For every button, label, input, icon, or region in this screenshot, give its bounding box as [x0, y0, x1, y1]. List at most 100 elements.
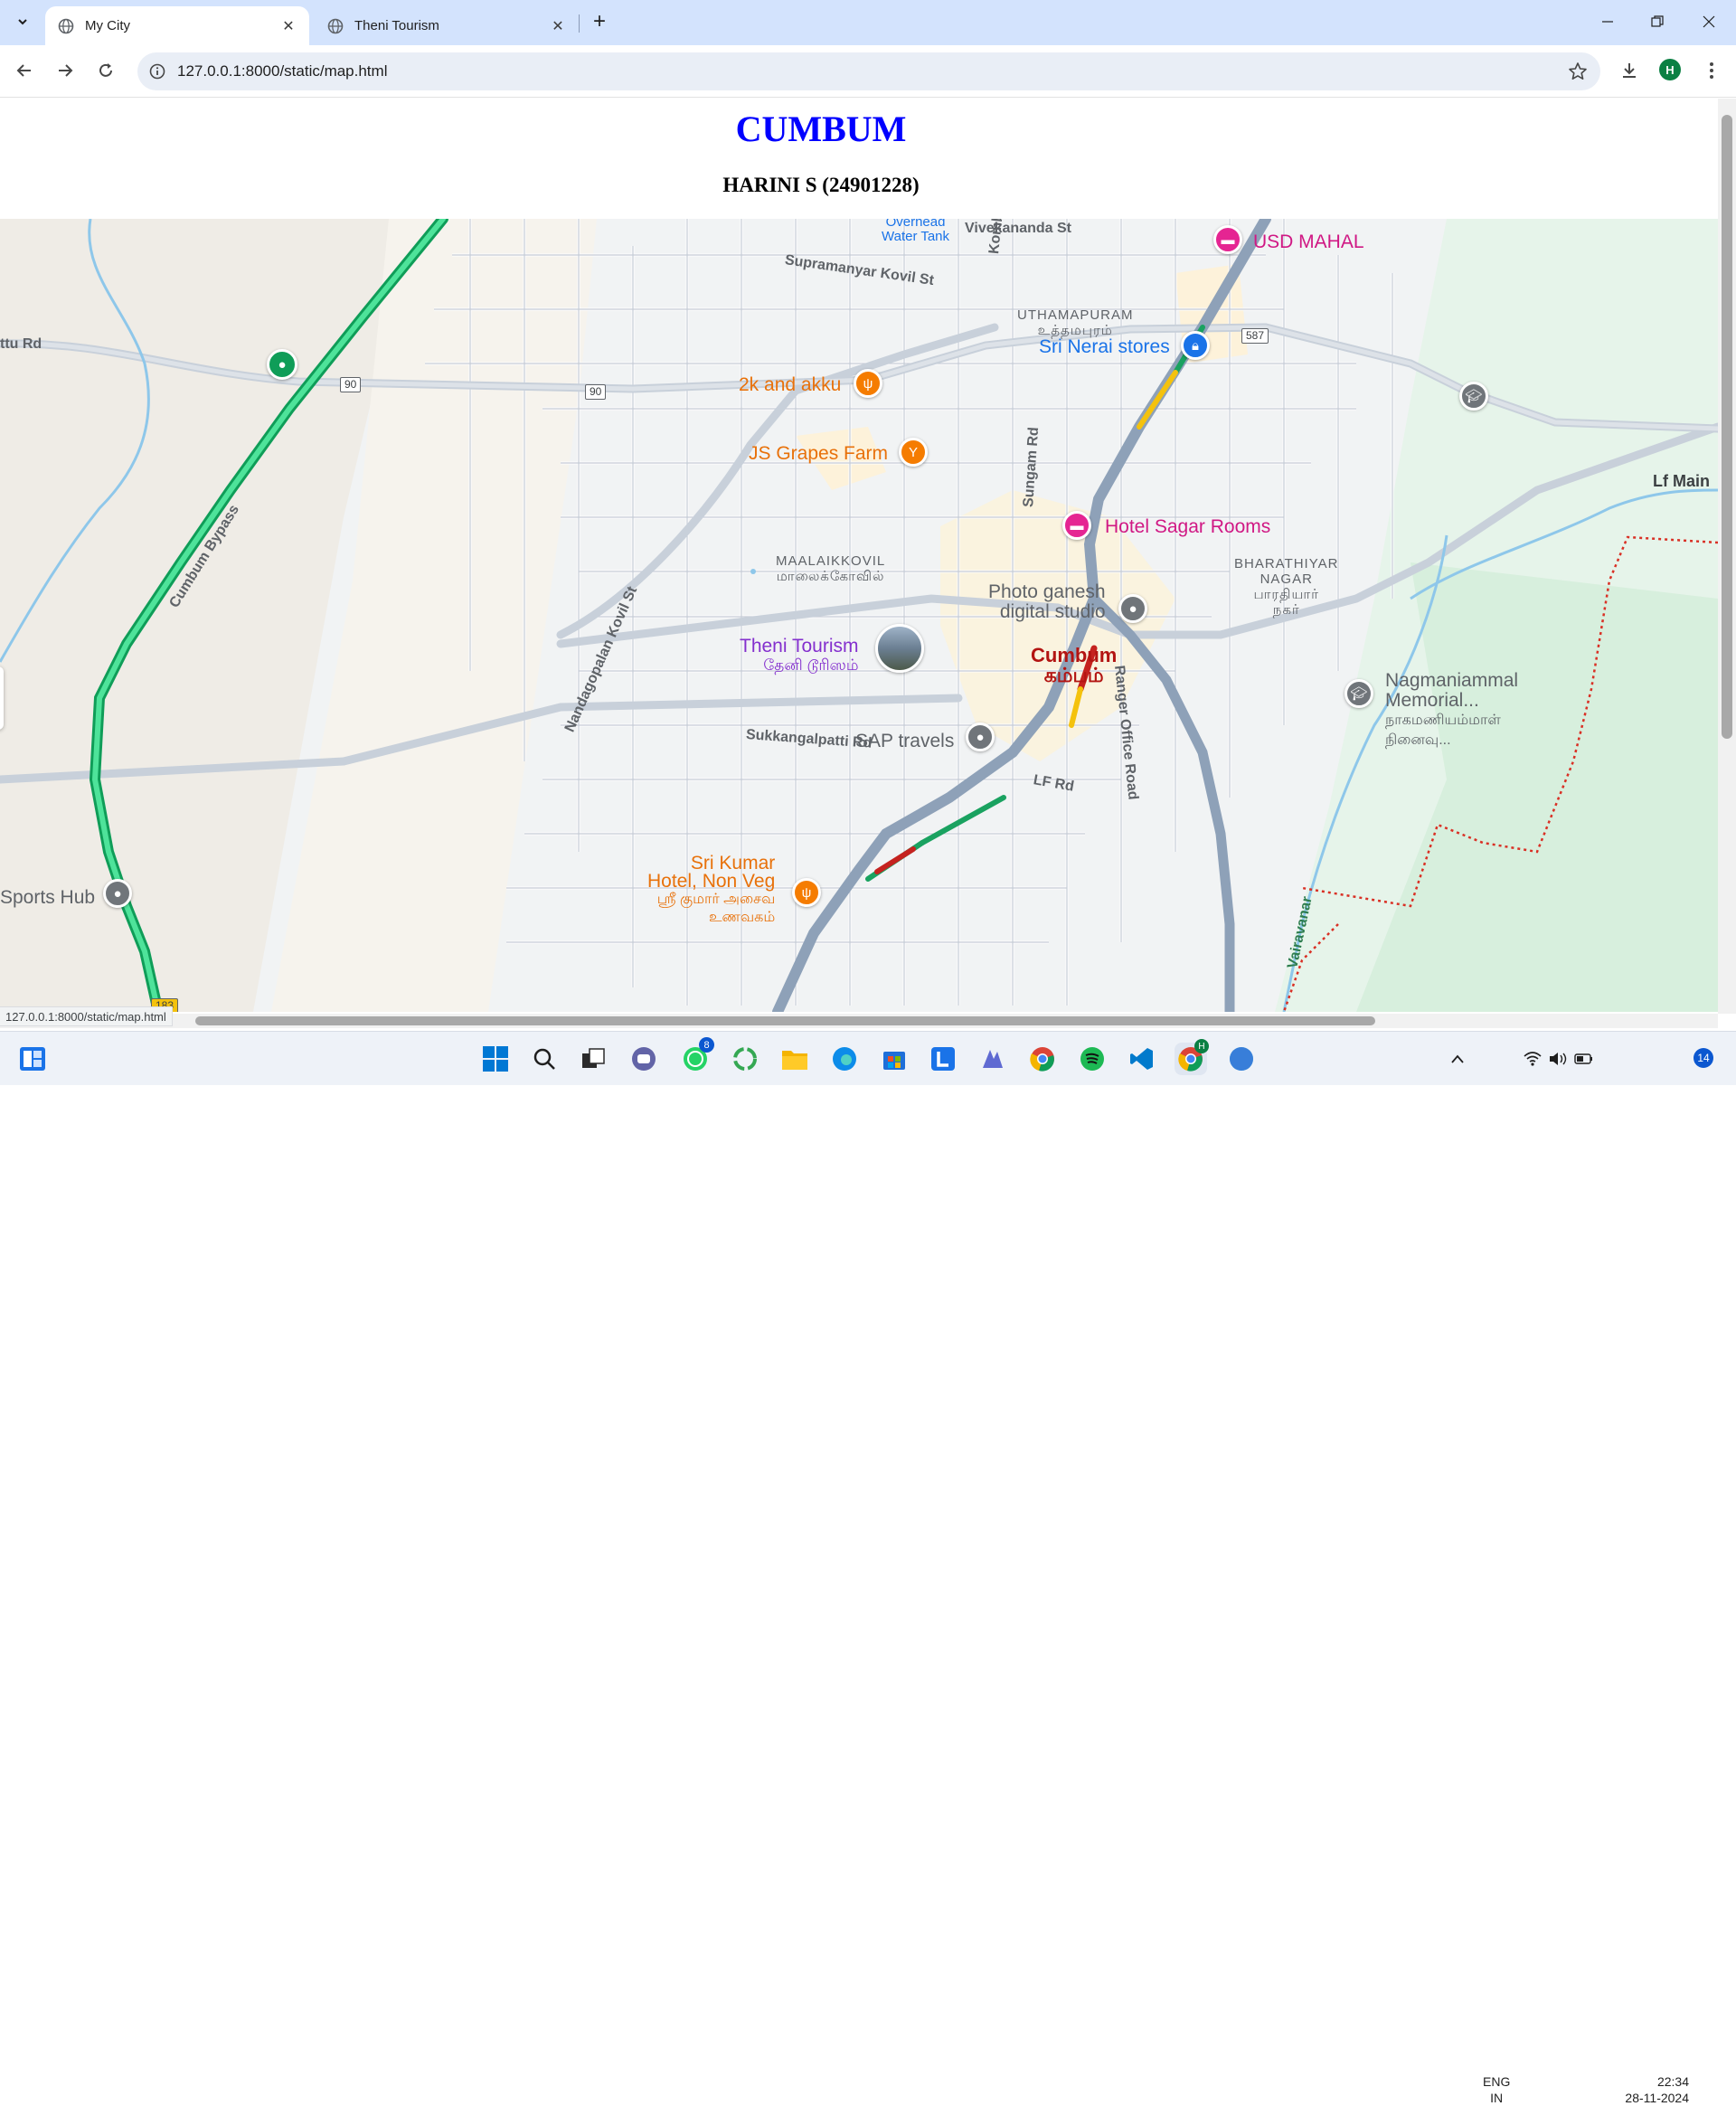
poi-label: Sri Kumar [690, 853, 776, 874]
poi-label-photo-ganesh[interactable]: Photo ganesh digital studio [988, 582, 1106, 622]
file-explorer-icon[interactable] [778, 1043, 811, 1075]
area-name: BHARATHIYAR [1234, 556, 1339, 571]
windows-taskbar: 8 H ENG IN 22:34 28-11-2024 [0, 1031, 1736, 2105]
clock-date: 28-11-2024 [1625, 2091, 1689, 2105]
restaurant-icon[interactable]: ψ [854, 369, 882, 398]
profile-badge: H [1194, 1039, 1209, 1053]
map-view[interactable]: ttu Rd Vivekananda St Supramanyar Kovil … [0, 219, 1718, 1012]
scrollbar-thumb[interactable] [195, 1016, 1375, 1025]
profile-avatar[interactable]: H [1659, 59, 1681, 80]
whatsapp-icon[interactable]: 8 [679, 1037, 714, 1075]
city-name: Cumbum [1031, 644, 1118, 666]
minimize-button[interactable] [1590, 7, 1626, 36]
copilot-app-icon[interactable] [976, 1043, 1009, 1075]
poi-label-tamil: நாகமணியம்மாள் [1385, 713, 1501, 728]
tab-my-city[interactable]: My City ✕ [45, 6, 309, 45]
show-hidden-icons-chevron-icon[interactable] [1441, 1043, 1474, 1075]
vertical-scrollbar[interactable] [1718, 99, 1736, 1014]
location-pin-icon[interactable]: ● [103, 879, 132, 908]
poi-label: Theni Tourism [740, 636, 859, 656]
location-pin-icon[interactable]: ● [966, 722, 995, 751]
spotify-icon[interactable] [1076, 1043, 1109, 1075]
map-side-panel-toggle[interactable] [0, 666, 4, 730]
sync-app-icon[interactable] [729, 1043, 761, 1075]
vscode-icon[interactable] [1126, 1043, 1158, 1075]
search-icon[interactable] [528, 1043, 561, 1075]
city-name-tamil: கம்பம் [1043, 664, 1104, 686]
restaurant-icon[interactable]: ψ [792, 878, 821, 907]
url-text[interactable]: 127.0.0.1:8000/static/map.html [177, 62, 387, 80]
new-tab-button[interactable]: + [588, 9, 611, 33]
notification-badge: 8 [699, 1037, 714, 1053]
forward-button[interactable] [51, 56, 80, 85]
bar-glass-icon[interactable]: Y [899, 438, 928, 467]
hotel-pin-icon[interactable]: ▬ [1062, 511, 1091, 540]
area-label-uthamapuram: UTHAMAPURAM உத்தமபுரம் [1017, 307, 1134, 338]
poi-label-sports-hub[interactable]: Sports Hub [0, 887, 95, 909]
poi-water-tank[interactable]: Overhead Water Tank [882, 219, 949, 244]
restore-button[interactable] [1639, 7, 1675, 36]
back-button[interactable] [10, 56, 39, 85]
teams-chat-icon[interactable] [627, 1043, 660, 1075]
map-canvas[interactable] [0, 219, 1718, 1012]
reload-button[interactable] [91, 56, 120, 85]
poi-label-2k-and-akku[interactable]: 2k and akku [739, 374, 841, 396]
menu-kebab-icon[interactable] [1700, 59, 1723, 82]
poi-label-theni-tourism[interactable]: Theni Tourism தேனி டூரிஸம் [740, 637, 859, 675]
bookmark-star-icon[interactable] [1568, 61, 1588, 81]
poi-label-tamil: தேனி டூரிஸம் [763, 656, 859, 674]
task-view-icon[interactable] [577, 1043, 609, 1075]
tab-title: Theni Tourism [354, 18, 439, 33]
location-pin-icon[interactable]: ● [1118, 594, 1147, 623]
quick-settings[interactable] [1521, 1043, 1597, 1075]
poi-label-tamil: உணவகம் [708, 910, 776, 925]
poi-label: Photo ganesh [988, 581, 1106, 602]
clock[interactable]: 22:34 28-11-2024 [1618, 2073, 1689, 2106]
area-label-bharathiyar: BHARATHIYAR NAGAR பாரதியார் நகர் [1234, 556, 1338, 618]
edge-browser-icon[interactable] [828, 1043, 861, 1075]
page-title: CUMBUM [735, 109, 907, 149]
poi-label-nagmaniammal[interactable]: Nagmaniammal Memorial... நாகமணியம்மாள் ந… [1385, 671, 1518, 751]
tab-search-chevron-icon[interactable] [9, 8, 36, 35]
region-code: IN [1490, 2091, 1504, 2105]
language-indicator[interactable]: ENG IN [1483, 2073, 1510, 2106]
shopping-bag-icon[interactable]: 🔒︎ [1181, 331, 1210, 360]
poi-label: Nagmaniammal [1385, 670, 1519, 691]
poi-label-sap-travels[interactable]: SAP travels [855, 731, 954, 752]
download-icon[interactable] [1618, 59, 1641, 82]
horizontal-scrollbar[interactable] [0, 1014, 1718, 1028]
tab-strip: My City ✕ Theni Tourism ✕ + [0, 0, 1736, 45]
store-icon[interactable] [878, 1043, 910, 1075]
chrome-icon[interactable] [1026, 1043, 1059, 1075]
site-info-icon[interactable] [148, 62, 166, 80]
poi-label-sri-nerai[interactable]: Sri Nerai stores [1039, 336, 1170, 358]
poi-label-sri-kumar[interactable]: Sri Kumar Hotel, Non Veg ஸ்ரீ குமார் அசை… [647, 853, 776, 927]
poi-label-js-grapes-farm[interactable]: JS Grapes Farm [749, 443, 888, 465]
close-window-button[interactable] [1691, 7, 1727, 36]
poi-label-hotel-sagar[interactable]: Hotel Sagar Rooms [1105, 516, 1270, 538]
school-icon[interactable]: 🎓︎ [1459, 382, 1488, 411]
l-app-icon[interactable] [927, 1043, 959, 1075]
photo-thumbnail-icon[interactable] [875, 624, 924, 673]
poi-label-usd-mahal[interactable]: USD MAHAL [1253, 231, 1364, 253]
hotel-pin-icon[interactable]: ▬ [1213, 225, 1242, 254]
windows-start-icon[interactable] [479, 1043, 512, 1075]
road-label-vivekananda: Vivekananda St [965, 221, 1071, 236]
close-tab-icon[interactable]: ✕ [550, 18, 566, 34]
tab-theni-tourism[interactable]: Theni Tourism ✕ [315, 6, 579, 45]
globe-icon [58, 18, 74, 33]
poi-label: Water Tank [882, 229, 950, 244]
address-bar[interactable]: 127.0.0.1:8000/static/map.html [137, 52, 1600, 90]
school-icon[interactable]: 🎓︎ [1344, 679, 1373, 708]
chrome-profile-icon[interactable]: H [1175, 1039, 1209, 1075]
widgets-icon[interactable] [16, 1043, 49, 1075]
route-marker-icon[interactable]: ● [267, 349, 297, 380]
area-name-tamil: பாரதியார் [1253, 587, 1320, 602]
canva-icon[interactable] [1225, 1043, 1258, 1075]
page-subtitle: HARINI S (24901228) [722, 174, 920, 196]
area-name: MAALAIKKOVIL [776, 553, 886, 569]
notification-count-badge[interactable]: 14 [1694, 1048, 1713, 1068]
scrollbar-thumb[interactable] [1722, 115, 1732, 739]
route-shield: 90 [340, 377, 362, 392]
close-tab-icon[interactable]: ✕ [280, 18, 297, 34]
